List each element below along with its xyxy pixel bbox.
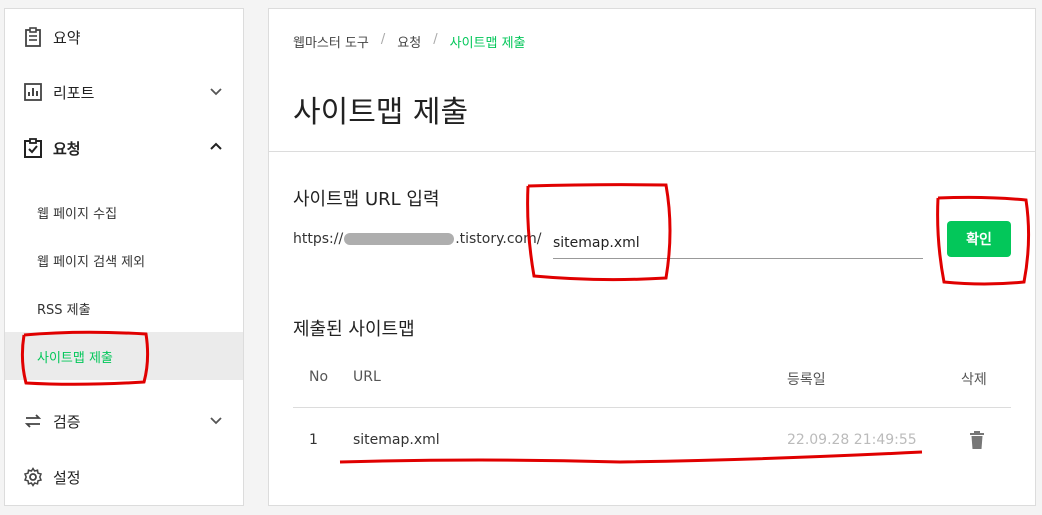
column-header-url: URL <box>353 369 381 385</box>
gear-icon <box>23 467 43 487</box>
sitemap-url-section-title: 사이트맵 URL 입력 <box>293 189 440 210</box>
sidebar-subitem-rss[interactable]: RSS 제출 <box>5 284 243 332</box>
sidebar-item-label: 설정 <box>53 468 81 487</box>
sidebar-subitem-page-exclude[interactable]: 웹 페이지 검색 제외 <box>5 236 243 284</box>
row-date: 22.09.28 21:49:55 <box>787 432 917 448</box>
page-title: 사이트맵 제출 <box>293 95 469 130</box>
breadcrumb-current: 사이트맵 제출 <box>449 36 526 51</box>
chevron-down-icon[interactable] <box>209 413 223 427</box>
redacted-domain <box>344 233 455 245</box>
clipboard-icon <box>23 27 43 47</box>
sidebar-subitem-label: 웹 페이지 수집 <box>37 206 118 222</box>
url-prefix: https:// .tistory.com/ <box>293 231 541 247</box>
chevron-up-icon[interactable] <box>209 140 223 154</box>
sidebar-item-label: 요청 <box>53 139 81 158</box>
breadcrumb-separator: / <box>433 32 438 47</box>
breadcrumb-separator: / <box>380 32 386 47</box>
sidebar-subitem-sitemap[interactable]: 사이트맵 제출 <box>5 332 243 380</box>
column-header-date: 등록일 <box>787 372 826 388</box>
sitemap-url-input[interactable] <box>553 227 923 259</box>
sidebar-item-settings[interactable]: 설정 <box>5 449 243 505</box>
bar-chart-icon <box>23 82 43 102</box>
breadcrumb-item[interactable]: 요청 <box>397 32 421 51</box>
sidebar-item-summary[interactable]: 요약 <box>5 9 243 65</box>
swap-arrows-icon <box>23 411 43 431</box>
sidebar-item-verify[interactable]: 검증 <box>5 393 243 449</box>
breadcrumb: 웹마스터 도구 / 요청 / 사이트맵 제출 <box>293 32 526 51</box>
breadcrumb-item[interactable]: 웹마스터 도구 <box>293 32 369 51</box>
divider <box>269 151 1035 152</box>
table-header-divider <box>293 407 1011 408</box>
confirm-button[interactable]: 확인 <box>947 221 1011 257</box>
sidebar-subitem-label: RSS 제출 <box>37 302 91 318</box>
sidebar-subitem-page-crawl[interactable]: 웹 페이지 수집 <box>5 188 243 236</box>
row-no: 1 <box>309 432 318 448</box>
column-header-no: No <box>309 369 329 385</box>
sidebar-item-report[interactable]: 리포트 <box>5 64 243 120</box>
sidebar-item-label: 검증 <box>53 412 81 431</box>
submitted-sitemaps-title: 제출된 사이트맵 <box>293 319 415 340</box>
sidebar: 요약 리포트 요청 웹 페이지 수집 웹 페이지 검색 제외 RSS 제출 사이… <box>4 8 244 506</box>
clipboard-check-icon <box>23 138 43 158</box>
sidebar-subitem-label: 웹 페이지 검색 제외 <box>37 254 146 270</box>
sidebar-item-label: 리포트 <box>53 83 95 102</box>
url-prefix-end: .tistory.com/ <box>455 231 542 247</box>
sidebar-item-request[interactable]: 요청 <box>5 120 243 176</box>
sidebar-subitem-label: 사이트맵 제출 <box>37 350 113 366</box>
url-prefix-start: https:// <box>293 231 344 247</box>
column-header-delete: 삭제 <box>961 372 987 388</box>
sidebar-item-label: 요약 <box>53 28 81 47</box>
main-panel: 웹마스터 도구 / 요청 / 사이트맵 제출 사이트맵 제출 사이트맵 URL … <box>268 8 1036 506</box>
chevron-down-icon[interactable] <box>209 84 223 98</box>
row-url: sitemap.xml <box>353 432 440 448</box>
trash-icon[interactable] <box>969 431 985 449</box>
